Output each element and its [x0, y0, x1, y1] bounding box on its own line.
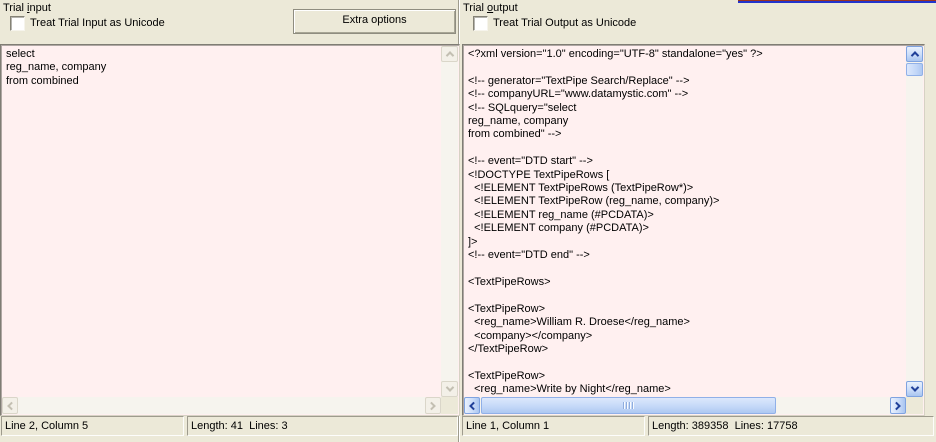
trial-input-label: Trial input — [3, 2, 51, 14]
scroll-down-icon — [910, 383, 918, 391]
trial-output-label: Trial output — [463, 2, 518, 14]
scroll-down-button[interactable] — [906, 381, 923, 397]
output-status-stats: Length: 389358 Lines: 17758 — [648, 416, 934, 436]
scroll-left-icon — [7, 401, 15, 409]
trial-output-label-suffix: utput — [493, 2, 517, 14]
scroll-up-icon — [445, 51, 453, 59]
scroll-left-icon — [469, 401, 477, 409]
trial-input-label-prefix: Trial — [3, 2, 27, 14]
scroll-right-icon — [427, 401, 435, 409]
trial-input-textbox: select reg_name, company from combined — [0, 44, 460, 416]
trial-output-vscrollbar[interactable] — [906, 46, 923, 397]
scrollbar-corner — [441, 397, 458, 414]
scroll-right-button[interactable] — [425, 397, 441, 414]
trial-input-label-suffix: nput — [30, 2, 51, 14]
trial-input-hscrollbar[interactable] — [2, 397, 441, 414]
scroll-up-icon — [910, 51, 918, 59]
input-status-stats: Length: 41 Lines: 3 — [187, 416, 458, 436]
textpipe-trial-screen: Trial input Treat Trial Input as Unicode… — [0, 0, 936, 442]
input-status-position: Line 2, Column 5 — [1, 416, 184, 436]
vertical-scroll-thumb[interactable] — [906, 63, 923, 76]
trial-output-label-prefix: Trial — [463, 2, 487, 14]
scroll-up-button[interactable] — [441, 46, 458, 62]
trial-output-text[interactable]: <?xml version="1.0" encoding="UTF-8" sta… — [464, 46, 906, 397]
scroll-right-button[interactable] — [890, 397, 906, 414]
horizontal-scroll-thumb[interactable] — [481, 397, 776, 414]
scrollbar-corner — [906, 397, 923, 414]
scroll-right-icon — [892, 401, 900, 409]
treat-input-unicode-label[interactable]: Treat Trial Input as Unicode — [30, 17, 165, 29]
treat-output-unicode-label[interactable]: Treat Trial Output as Unicode — [493, 17, 636, 29]
scroll-left-button[interactable] — [464, 397, 480, 414]
scroll-down-button[interactable] — [441, 381, 458, 397]
scroll-left-button[interactable] — [2, 397, 18, 414]
treat-input-unicode-checkbox[interactable] — [10, 16, 25, 31]
scroll-up-button[interactable] — [906, 46, 923, 62]
top-edge-line — [738, 0, 936, 3]
scroll-thumb-grip-icon — [623, 402, 634, 409]
treat-output-unicode-checkbox[interactable] — [473, 16, 488, 31]
extra-options-button[interactable]: Extra options — [293, 9, 456, 34]
trial-input-text[interactable]: select reg_name, company from combined — [2, 46, 441, 397]
output-status-position: Line 1, Column 1 — [462, 416, 645, 436]
trial-input-vscrollbar[interactable] — [441, 46, 458, 397]
scroll-down-icon — [445, 383, 453, 391]
trial-output-hscrollbar[interactable] — [464, 397, 906, 414]
trial-output-textbox: <?xml version="1.0" encoding="UTF-8" sta… — [462, 44, 925, 416]
